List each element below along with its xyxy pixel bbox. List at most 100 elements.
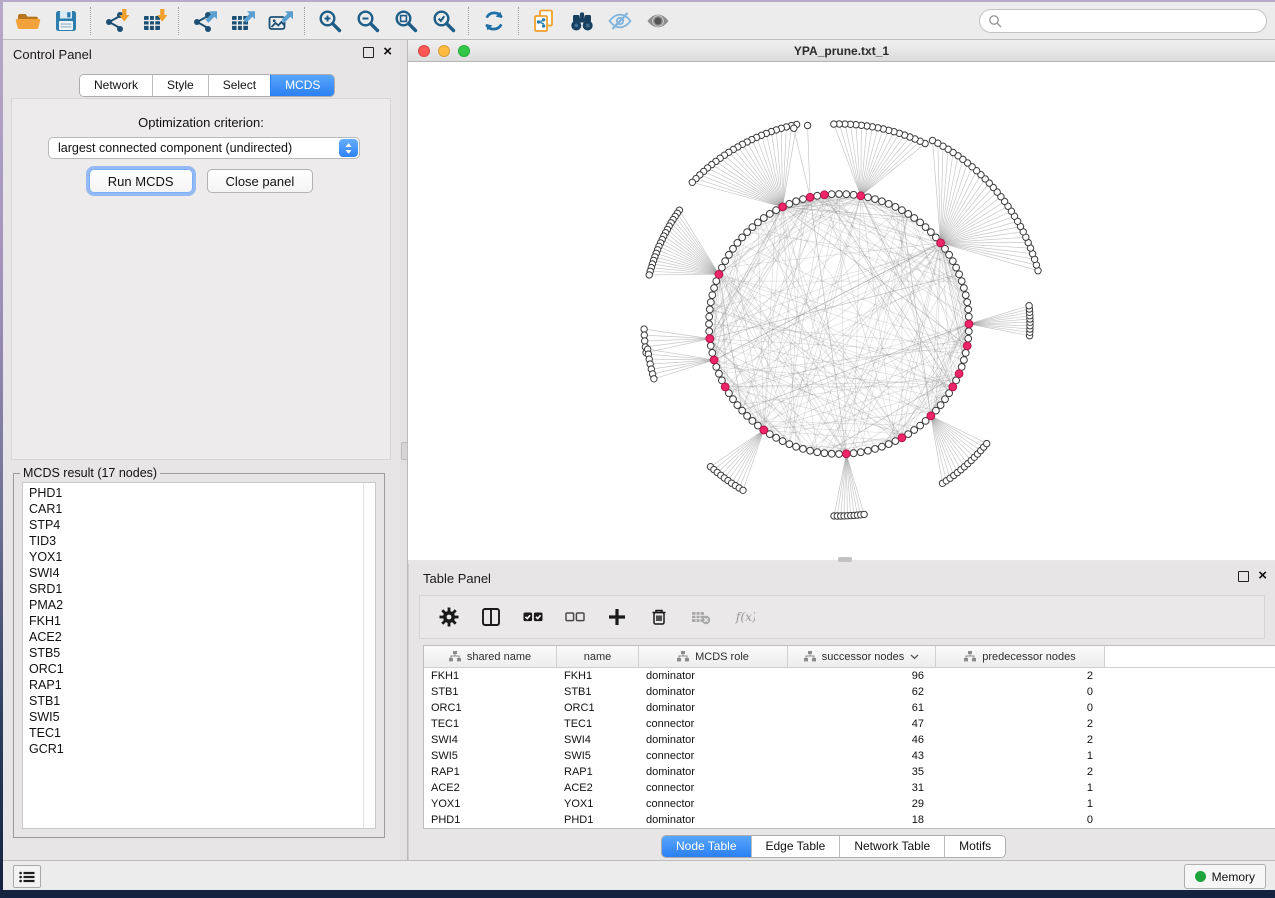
zoom-in-button[interactable]: [311, 5, 349, 37]
import-table-button[interactable]: [135, 5, 173, 37]
tab-motifs[interactable]: Motifs: [944, 836, 1005, 857]
tab-network[interactable]: Network: [80, 75, 152, 96]
refresh-view-button[interactable]: [475, 5, 513, 37]
table-cell: dominator: [639, 812, 788, 828]
column-label: MCDS role: [695, 651, 749, 663]
float-table-panel-icon[interactable]: [1238, 571, 1249, 582]
search-input[interactable]: [1007, 13, 1258, 29]
tab-network-table[interactable]: Network Table: [839, 836, 944, 857]
open-file-icon: [15, 8, 41, 34]
export-network-button[interactable]: [185, 5, 223, 37]
table-row[interactable]: ACE2ACE2connector311: [424, 780, 1275, 796]
mcds-result-item[interactable]: PMA2: [29, 597, 363, 613]
mcds-result-item[interactable]: CAR1: [29, 501, 363, 517]
search-network-button[interactable]: [563, 5, 601, 37]
close-table-panel-icon[interactable]: ×: [1258, 570, 1267, 582]
table-cell: STB1: [557, 684, 639, 700]
criterion-dropdown[interactable]: largest connected component (undirected): [48, 137, 360, 159]
mcds-result-item[interactable]: FKH1: [29, 613, 363, 629]
splitter-grip[interactable]: [401, 442, 408, 460]
mcds-result-item[interactable]: STB1: [29, 693, 363, 709]
tab-edge-table[interactable]: Edge Table: [751, 836, 840, 857]
table-row[interactable]: SWI4SWI4dominator462: [424, 732, 1275, 748]
close-mcds-panel-button[interactable]: Close panel: [207, 169, 314, 193]
mcds-list-scrollbar[interactable]: [363, 483, 375, 828]
table-row[interactable]: ORC1ORC1dominator610: [424, 700, 1275, 716]
table-row[interactable]: TEC1TEC1connector472: [424, 716, 1275, 732]
node-table: shared namename MCDS role successor nodesp…: [423, 645, 1275, 829]
tab-mcds[interactable]: MCDS: [270, 75, 334, 96]
vertical-splitter[interactable]: [400, 40, 408, 860]
zoom-out-button[interactable]: [349, 5, 387, 37]
mcds-result-item[interactable]: TEC1: [29, 725, 363, 741]
mcds-result-item[interactable]: PHD1: [29, 485, 363, 501]
table-row[interactable]: FKH1FKH1dominator962: [424, 668, 1275, 684]
show-all-icon: [645, 8, 671, 34]
column-layout-button[interactable]: [476, 602, 506, 632]
column-header-successor-nodes[interactable]: successor nodes: [788, 646, 936, 667]
zoom-selected-button[interactable]: [425, 5, 463, 37]
tab-select[interactable]: Select: [208, 75, 270, 96]
column-header-MCDS-role[interactable]: MCDS role: [639, 646, 788, 667]
svg-text:f(x): f(x): [735, 610, 755, 624]
delete-button[interactable]: [644, 602, 674, 632]
table-cell: PHD1: [557, 812, 639, 828]
export-image-button[interactable]: [261, 5, 299, 37]
add-button[interactable]: [602, 602, 632, 632]
memory-button[interactable]: Memory: [1184, 864, 1266, 889]
table-row[interactable]: RAP1RAP1dominator352: [424, 764, 1275, 780]
mcds-result-item[interactable]: STB5: [29, 645, 363, 661]
deselect-all-button[interactable]: [560, 602, 590, 632]
mcds-result-item[interactable]: TID3: [29, 533, 363, 549]
save-session-button[interactable]: [47, 5, 85, 37]
hide-unselected-button[interactable]: [601, 5, 639, 37]
search-field[interactable]: [979, 9, 1267, 33]
criterion-selected-value: largest connected component (undirected): [49, 141, 339, 155]
table-cell: ACE2: [557, 780, 639, 796]
mcds-result-item[interactable]: RAP1: [29, 677, 363, 693]
mcds-result-group: MCDS result (17 nodes) PHD1CAR1STP4TID3Y…: [13, 466, 385, 838]
tab-style[interactable]: Style: [152, 75, 208, 96]
settings-button[interactable]: [434, 602, 464, 632]
close-panel-icon[interactable]: ×: [383, 46, 392, 58]
mcds-result-item[interactable]: SWI5: [29, 709, 363, 725]
float-panel-icon[interactable]: [363, 47, 374, 58]
run-mcds-button[interactable]: Run MCDS: [89, 169, 193, 193]
table-cell: FKH1: [557, 668, 639, 684]
mcds-result-item[interactable]: SRD1: [29, 581, 363, 597]
table-row[interactable]: SWI5SWI5connector431: [424, 748, 1275, 764]
mcds-result-item[interactable]: GCR1: [29, 741, 363, 757]
table-cell: 61: [788, 700, 936, 716]
table-panel: Table Panel × f(x) shared namenameMCDS r…: [408, 564, 1275, 860]
mcds-result-item[interactable]: SWI4: [29, 565, 363, 581]
mcds-result-item[interactable]: ACE2: [29, 629, 363, 645]
show-all-button[interactable]: [639, 5, 677, 37]
column-layout-icon: [481, 607, 501, 627]
column-header-name[interactable]: name: [557, 646, 639, 667]
function-icon: f(x): [735, 607, 755, 627]
mcds-result-item[interactable]: STP4: [29, 517, 363, 533]
mcds-result-item[interactable]: ORC1: [29, 661, 363, 677]
table-row[interactable]: YOX1YOX1connector291: [424, 796, 1275, 812]
table-row[interactable]: STB1STB1dominator620: [424, 684, 1275, 700]
open-file-button[interactable]: [9, 5, 47, 37]
import-network-button[interactable]: [97, 5, 135, 37]
export-table-icon: [229, 8, 255, 34]
column-header-shared-name[interactable]: shared name: [424, 646, 557, 667]
mcds-result-item[interactable]: YOX1: [29, 549, 363, 565]
export-table-button[interactable]: [223, 5, 261, 37]
splitter-grip-h[interactable]: [838, 557, 852, 562]
tab-node-table[interactable]: Node Table: [662, 836, 751, 857]
column-header-predecessor-nodes[interactable]: predecessor nodes: [936, 646, 1105, 667]
show-panels-button[interactable]: [13, 865, 41, 888]
table-cell: SWI4: [424, 732, 557, 748]
duplicate-network-button[interactable]: [525, 5, 563, 37]
table-row[interactable]: PHD1PHD1dominator180: [424, 812, 1275, 828]
network-canvas[interactable]: [408, 62, 1275, 560]
table-cell: 96: [788, 668, 936, 684]
zoom-fit-button[interactable]: [387, 5, 425, 37]
table-cell: 62: [788, 684, 936, 700]
select-all-button[interactable]: [518, 602, 548, 632]
network-window-titlebar[interactable]: YPA_prune.txt_1: [408, 40, 1275, 62]
network-graph[interactable]: [408, 62, 1275, 560]
